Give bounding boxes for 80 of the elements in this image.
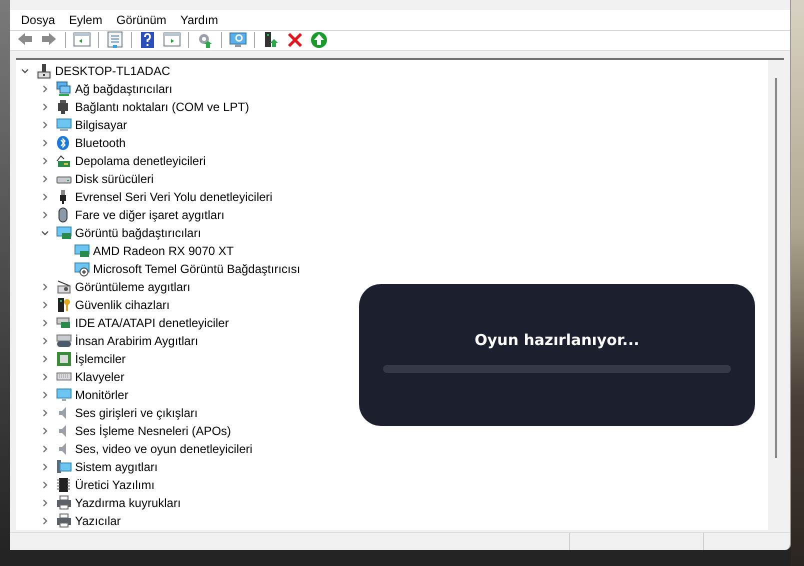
monitor-icon [56, 387, 72, 404]
tree-item[interactable]: Üretici Yazılımı [75, 478, 155, 492]
collapse-chevron-icon[interactable] [21, 67, 29, 76]
tree-item[interactable]: Güvenlik cihazları [75, 298, 170, 312]
expand-chevron-icon[interactable] [41, 409, 49, 418]
monitor-icon [56, 117, 72, 134]
tree-item[interactable]: Ses İşleme Nesneleri (APOs) [75, 424, 232, 438]
window-play-icon[interactable] [163, 31, 181, 50]
menu-item[interactable]: Görünüm [109, 12, 174, 27]
expand-chevron-icon[interactable] [41, 175, 49, 184]
printer-icon [56, 495, 72, 512]
expand-chevron-icon[interactable] [41, 517, 49, 526]
tree-item[interactable]: Yazdırma kuyrukları [75, 496, 181, 510]
scrollbar-thumb[interactable] [775, 78, 777, 458]
expand-chevron-icon[interactable] [41, 427, 49, 436]
bluetooth-icon [56, 135, 72, 152]
expand-chevron-icon[interactable] [41, 337, 49, 346]
chip-icon [56, 477, 72, 494]
tree-item[interactable]: Depolama denetleyicileri [75, 154, 206, 168]
expand-chevron-icon[interactable] [41, 319, 49, 328]
expand-chevron-icon[interactable] [41, 121, 49, 130]
expand-chevron-icon[interactable] [41, 445, 49, 454]
tree-item[interactable]: Klavyeler [75, 370, 124, 384]
expand-chevron-icon[interactable] [41, 373, 49, 382]
loading-message: Oyun hazırlanıyor... [474, 331, 640, 349]
tree-item[interactable]: Ses, video ve oyun denetleyicileri [75, 442, 252, 456]
expand-chevron-icon[interactable] [41, 157, 49, 166]
tree-item[interactable]: IDE ATA/ATAPI denetleyiciler [75, 316, 229, 330]
tree-item[interactable]: Bağlantı noktaları (COM ve LPT) [75, 100, 250, 114]
tree-item[interactable]: Görüntüleme aygıtları [75, 280, 190, 294]
tree-item[interactable]: Microsoft Temel Görüntü Bağdaştırıcısı [93, 262, 300, 276]
panel-icon[interactable] [73, 31, 91, 50]
tree-item[interactable]: Ağ bağdaştırıcıları [75, 82, 172, 96]
tree-item[interactable]: Bilgisayar [75, 118, 128, 132]
tree-item[interactable]: Disk sürücüleri [75, 172, 154, 186]
expand-chevron-icon[interactable] [41, 391, 49, 400]
device-arrow-icon[interactable] [262, 31, 280, 50]
expand-chevron-icon[interactable] [41, 211, 49, 220]
keyboard-gamepad-icon [56, 333, 72, 350]
expand-chevron-icon[interactable] [41, 103, 49, 112]
collapse-chevron-icon[interactable] [41, 229, 49, 238]
tree-item[interactable]: Sistem aygıtları [75, 460, 158, 474]
monitor-search-icon[interactable] [229, 31, 247, 50]
expand-chevron-icon[interactable] [41, 85, 49, 94]
tree-item[interactable]: Evrensel Seri Veri Yolu denetleyicileri [75, 190, 272, 204]
tree-item[interactable]: Ses girişleri ve çıkışları [75, 406, 198, 420]
expand-chevron-icon[interactable] [41, 283, 49, 292]
help-icon[interactable] [139, 31, 157, 50]
expand-chevron-icon[interactable] [41, 499, 49, 508]
storage-controller-icon [56, 153, 72, 170]
computer-icon [36, 63, 52, 80]
tree-item[interactable]: İşlemciler [75, 352, 126, 366]
tree-item[interactable]: Bluetooth [75, 136, 126, 150]
tree-item[interactable]: Görüntü bağdaştırıcıları [75, 226, 202, 240]
expand-chevron-icon[interactable] [41, 355, 49, 364]
up-arrow-circle-icon[interactable] [310, 31, 328, 50]
menu-item[interactable]: Yardım [173, 12, 226, 27]
gear-arrow-icon[interactable] [196, 31, 214, 50]
display-adapter-icon [74, 243, 90, 260]
tree-item[interactable]: Monitörler [75, 388, 128, 402]
delete-x-icon[interactable] [286, 31, 304, 50]
scrollbar[interactable] [768, 60, 784, 530]
key-device-icon [56, 297, 72, 314]
system-devices-icon [56, 459, 72, 476]
menu-item[interactable]: Dosya [14, 12, 62, 27]
tree-item[interactable]: AMD Radeon RX 9070 XT [93, 244, 234, 258]
menu-item[interactable]: Eylem [62, 12, 110, 27]
chip-icon [56, 351, 72, 368]
list-window-icon[interactable] [106, 31, 124, 50]
expand-chevron-icon[interactable] [41, 463, 49, 472]
tree-item[interactable]: İnsan Arabirim Aygıtları [75, 334, 198, 348]
expand-chevron-icon[interactable] [41, 481, 49, 490]
tree-item[interactable]: Yazıcılar [75, 514, 121, 528]
expand-chevron-icon[interactable] [41, 301, 49, 310]
expand-chevron-icon[interactable] [41, 193, 49, 202]
display-adapter-icon [56, 225, 72, 242]
network-adapter-icon [56, 81, 72, 98]
tree-item[interactable]: Fare ve diğer işaret aygıtları [75, 208, 224, 222]
tree-item[interactable]: DESKTOP-TL1ADAC [55, 64, 170, 78]
expand-chevron-icon[interactable] [41, 139, 49, 148]
